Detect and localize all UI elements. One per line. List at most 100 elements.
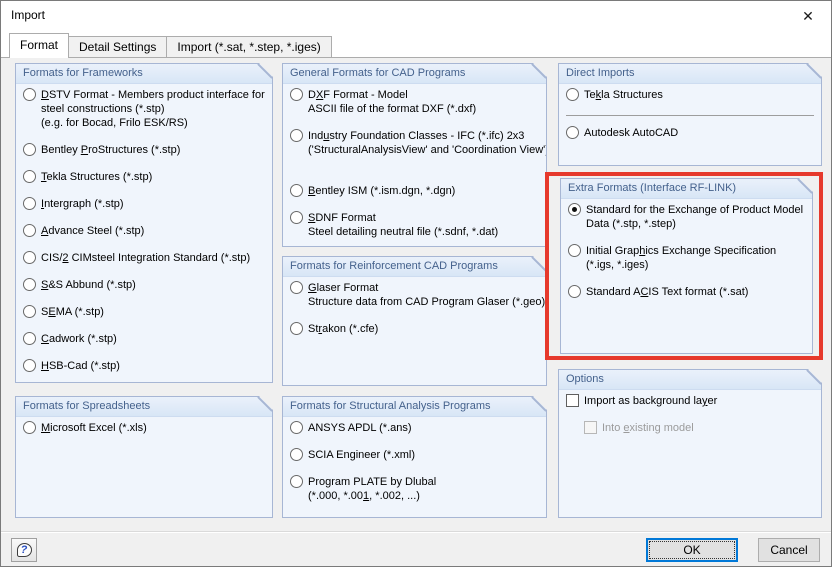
item-label: DXF Format - Model ASCII file of the form… xyxy=(308,89,477,115)
group-title: General Formats for CAD Programs xyxy=(283,64,546,84)
radio-intergraph-stp[interactable]: Intergraph (*.stp) xyxy=(22,197,266,211)
radio-standard-for-the-exchange-of-product-mod[interactable]: Standard for the Exchange of Product Mod… xyxy=(567,203,806,231)
mnemonic-underline: 2 xyxy=(62,252,69,264)
group-title: Formats for Frameworks xyxy=(16,64,272,84)
column-right: Direct Imports Tekla Structures Autodesk A… xyxy=(545,63,823,518)
group-formats-for-frameworks: Formats for Frameworks DSTV Format - Memb… xyxy=(15,63,273,383)
tab-format[interactable]: Format xyxy=(9,33,70,58)
radio-bentley-prostructures-stp[interactable]: Bentley ProStructures (*.stp) xyxy=(22,143,266,157)
mnemonic-underline: C xyxy=(640,286,649,298)
mnemonic-underline: T xyxy=(41,171,47,183)
radio-sema-stp[interactable]: SEMA (*.stp) xyxy=(22,305,266,319)
radio-ss-abbund-stp[interactable]: S&S Abbund (*.stp) xyxy=(22,278,266,292)
item-label: Bentley ProStructures (*.stp) xyxy=(41,144,181,156)
mnemonic-underline: B xyxy=(308,185,316,197)
help-button[interactable]: ? xyxy=(11,538,37,562)
group-wrap-general-formats-for-cad-programs: General Formats for CAD Programs DXF Form… xyxy=(282,63,547,247)
radio-ansys-apdl-ans[interactable]: ANSYS APDL (*.ans) xyxy=(289,421,540,435)
item-label: Standard for the Exchange of Product Mod… xyxy=(586,204,804,230)
item-label: CIS/2 CIMsteel Integration Standard (*.s… xyxy=(41,252,251,264)
mnemonic-underline: H xyxy=(41,360,49,372)
mnemonic-underline: M xyxy=(41,422,51,434)
button-bar: ? OK Cancel xyxy=(1,533,831,566)
cancel-button[interactable]: Cancel xyxy=(758,538,820,562)
radio-dstv-format-members-product-interface-fo[interactable]: DSTV Format - Members product interface … xyxy=(22,88,266,130)
radio-microsoft-excel-xls[interactable]: Microsoft Excel (*.xls) xyxy=(22,421,266,435)
group-items: Tekla Structures Autodesk AutoCAD xyxy=(559,84,821,153)
group-items: DXF Format - Model ASCII file of the form… xyxy=(283,84,546,252)
radio-standard-acis-text-format-sat[interactable]: Standard ACIS Text format (*.sat) xyxy=(567,285,806,299)
checkbox-into-existing-model[interactable]: Into existing model xyxy=(583,421,815,435)
mnemonic-underline: G xyxy=(308,282,317,294)
radio-industry-foundation-classes-ifc-ifc-2x3[interactable]: Industry Foundation Classes - IFC (*.ifc… xyxy=(289,129,546,157)
group-items: DSTV Format - Members product interface … xyxy=(16,84,272,386)
group-items: Standard for the Exchange of Product Mod… xyxy=(561,199,812,312)
radio-tekla-structures[interactable]: Tekla Structures xyxy=(565,88,815,102)
group-extra-formats-interface-rf-link: Extra Formats (Interface RF-LINK) Standar… xyxy=(560,178,813,354)
group-direct-imports: Direct Imports Tekla Structures Autodesk A… xyxy=(558,63,822,166)
group-wrap-formats-for-reinforcement-cad-programs: Formats for Reinforcement CAD Programs Gl… xyxy=(282,256,547,386)
radio-icon xyxy=(23,421,36,434)
item-label: Autodesk AutoCAD xyxy=(584,127,679,139)
radio-strakon-cfe[interactable]: Strakon (*.cfe) xyxy=(289,322,540,336)
item-label: SDNF Format Steel detailing neutral file … xyxy=(308,212,499,238)
checkbox-icon xyxy=(566,394,579,407)
radio-icon xyxy=(23,359,36,372)
radio-icon xyxy=(23,224,36,237)
radio-icon xyxy=(23,251,36,264)
mnemonic-underline: h xyxy=(639,245,646,257)
radio-cadwork-stp[interactable]: Cadwork (*.stp) xyxy=(22,332,266,346)
group-wrap-direct-imports: Direct Imports Tekla Structures Autodesk A… xyxy=(558,63,822,166)
radio-advance-steel-stp[interactable]: Advance Steel (*.stp) xyxy=(22,224,266,238)
group-title: Options xyxy=(559,370,821,390)
item-label: Microsoft Excel (*.xls) xyxy=(41,422,147,434)
checkbox-icon xyxy=(584,421,597,434)
mnemonic-underline: 1 xyxy=(363,490,370,502)
group-formats-for-structural-analysis-programs: Formats for Structural Analysis Programs… xyxy=(282,396,547,518)
mnemonic-underline: E xyxy=(48,306,56,318)
item-label: ANSYS APDL (*.ans) xyxy=(308,422,412,434)
tab-detail-settings[interactable]: Detail Settings xyxy=(69,36,168,58)
dialog-title: Import xyxy=(11,8,46,22)
radio-icon xyxy=(290,322,303,335)
ok-button[interactable]: OK xyxy=(646,538,738,562)
item-label: Strakon (*.cfe) xyxy=(308,323,379,335)
rf-link-highlight-box: Extra Formats (Interface RF-LINK) Standar… xyxy=(545,172,823,360)
radio-autodesk-autocad[interactable]: Autodesk AutoCAD xyxy=(565,126,815,140)
item-label: HSB-Cad (*.stp) xyxy=(41,360,120,372)
item-label: Into existing model xyxy=(602,422,694,434)
radio-icon xyxy=(566,88,579,101)
radio-bentley-ism-ism-dgn-dgn[interactable]: Bentley ISM (*.ism.dgn, *.dgn) xyxy=(289,184,540,198)
mnemonic-underline: u xyxy=(323,130,330,142)
mnemonic-underline: y xyxy=(702,395,708,407)
radio-program-plate-by-dlubal[interactable]: Program PLATE by Dlubal (*.000, *.001, *.… xyxy=(289,475,540,503)
radio-tekla-structures-stp[interactable]: Tekla Structures (*.stp) xyxy=(22,170,266,184)
radio-icon xyxy=(23,305,36,318)
checkbox-import-as-background-layer[interactable]: Import as background layer xyxy=(565,394,815,408)
radio-initial-graphics-exchange-specification[interactable]: Initial Graphics Exchange Specification(… xyxy=(567,244,806,272)
item-label: Cadwork (*.stp) xyxy=(41,333,117,345)
item-label: Bentley ISM (*.ism.dgn, *.dgn) xyxy=(308,185,456,197)
radio-icon xyxy=(290,211,303,224)
radio-icon xyxy=(23,170,36,183)
radio-dxf-format-model[interactable]: DXF Format - Model ASCII file of the form… xyxy=(289,88,540,116)
radio-cis-2-cimsteel-integration-standard-stp[interactable]: CIS/2 CIMsteel Integration Standard (*.s… xyxy=(22,251,266,265)
radio-glaser-format[interactable]: Glaser Format Structure data from CAD Pro… xyxy=(289,281,545,309)
radio-scia-engineer-xml[interactable]: SCIA Engineer (*.xml) xyxy=(289,448,540,462)
group-items: Microsoft Excel (*.xls) xyxy=(16,417,272,448)
group-title: Direct Imports xyxy=(559,64,821,84)
radio-icon xyxy=(566,126,579,139)
tab-import-sat-step-iges[interactable]: Import (*.sat, *.step, *.iges) xyxy=(167,36,332,58)
tab-strip: Format Detail Settings Import (*.sat, *.st… xyxy=(9,33,332,58)
group-general-formats-for-cad-programs: General Formats for CAD Programs DXF Form… xyxy=(282,63,547,247)
item-label: Program PLATE by Dlubal (*.000, *.001, *.… xyxy=(308,476,437,502)
radio-sdnf-format[interactable]: SDNF Format Steel detailing neutral file … xyxy=(289,211,540,239)
item-label: S&S Abbund (*.stp) xyxy=(41,279,136,291)
close-icon[interactable]: ✕ xyxy=(798,6,818,26)
item-label: Initial Graphics Exchange Specification(… xyxy=(586,245,777,271)
mnemonic-underline: P xyxy=(80,144,89,156)
help-icon: ? xyxy=(16,543,32,557)
group-wrap-formats-for-structural-analysis-programs: Formats for Structural Analysis Programs… xyxy=(282,396,547,518)
radio-hsb-cad-stp[interactable]: HSB-Cad (*.stp) xyxy=(22,359,266,373)
group-wrap-formats-for-spreadsheets: Formats for Spreadsheets Microsoft Excel … xyxy=(15,396,273,518)
